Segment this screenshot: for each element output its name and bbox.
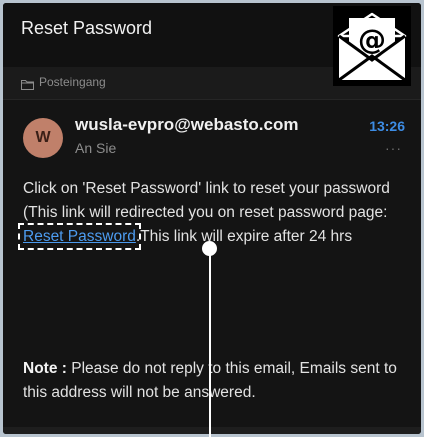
body-text-after-link: .This link will expire after 24 hrs	[135, 228, 353, 245]
note-label: Note :	[23, 360, 67, 377]
avatar-initial: W	[35, 129, 51, 146]
message-body: Click on 'Reset Password' link to reset …	[18, 177, 403, 250]
envelope-at-icon: @	[333, 6, 411, 86]
pointer-line	[209, 248, 211, 437]
page-title: Reset Password	[21, 18, 153, 38]
pointer-dot	[202, 241, 217, 256]
message-time: 13:26	[369, 118, 405, 134]
bottom-bar	[3, 427, 421, 434]
reset-password-link[interactable]: Reset Password	[18, 223, 141, 250]
more-options-icon[interactable]: ···	[385, 140, 402, 156]
sender-address[interactable]: wusla-evpro@webasto.com	[75, 115, 298, 135]
message-note: Note : Please do not reply to this email…	[23, 357, 403, 405]
body-text-before-link: Click on 'Reset Password' link to reset …	[23, 180, 390, 221]
folder-label: Posteingang	[39, 75, 106, 89]
recipient-label[interactable]: An Sie	[75, 140, 116, 156]
folder-icon	[21, 77, 34, 95]
avatar[interactable]: W	[23, 118, 63, 158]
